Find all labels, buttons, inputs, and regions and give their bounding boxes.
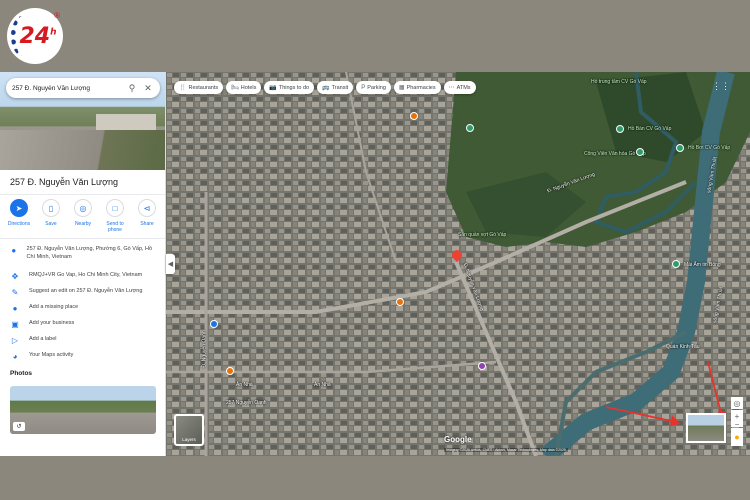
photo-thumbnail[interactable]: ↺ <box>10 386 156 434</box>
share-button[interactable]: ⊲ Share <box>132 199 162 233</box>
park-poi-icon[interactable] <box>672 260 680 268</box>
chip-parking[interactable]: P Parking <box>356 81 391 94</box>
brand-logo: 24h ® <box>7 8 63 64</box>
add-label-row[interactable]: ▷ Add a label <box>0 333 165 349</box>
add-business-row[interactable]: ▣ Add your business <box>0 317 165 333</box>
logo-sup: h <box>50 27 57 38</box>
directions-button[interactable]: ➤ Directions <box>4 199 34 233</box>
address-row[interactable]: ● 257 Đ. Nguyễn Văn Lượng, Phường 6, Gò … <box>0 243 165 269</box>
bookmark-icon: ▯ <box>42 199 60 217</box>
chip-restaurants[interactable]: 🍴 Restaurants <box>174 81 224 94</box>
pegman-icon[interactable]: ● <box>731 428 743 446</box>
chip-hotels[interactable]: 🛏 Hotels <box>226 81 262 94</box>
map-label: Ản Nhà <box>314 382 331 388</box>
add-missing-place-row[interactable]: ● Add a missing place <box>0 301 165 317</box>
street-view-thumbnail[interactable] <box>686 413 726 443</box>
close-icon[interactable]: ✕ <box>142 82 154 94</box>
site-header: 24h ® <box>0 0 750 72</box>
hotel-icon: 🛏 <box>231 85 239 91</box>
place-title: 257 Đ. Nguyễn Văn Lượng <box>10 177 118 187</box>
save-button[interactable]: ▯ Save <box>36 199 66 233</box>
park-poi-icon[interactable] <box>676 144 684 152</box>
phone-icon: □ <box>106 199 124 217</box>
zoom-out-button[interactable]: − <box>731 420 743 429</box>
search-icon[interactable]: ⚲ <box>126 82 138 94</box>
place-info-list: ● 257 Đ. Nguyễn Văn Lượng, Phường 6, Gò … <box>0 243 165 365</box>
plus-code-icon: ✥ <box>11 272 19 281</box>
edit-icon: ✎ <box>11 288 19 297</box>
camera-icon: 📷 <box>269 85 277 91</box>
satellite-map[interactable]: 🍴 Restaurants 🛏 Hotels 📷 Things to do 🚌 Tran… <box>166 72 750 456</box>
chip-things-to-do[interactable]: 📷 Things to do <box>264 81 315 94</box>
map-label: Quán Kinh Tàu <box>666 344 700 350</box>
history-icon: ◕ <box>12 352 18 361</box>
search-input[interactable]: 257 Đ. Nguyễn Văn Lượng <box>12 85 122 92</box>
maps-activity-row[interactable]: ◕ Your Maps activity <box>0 349 165 365</box>
park-poi-icon[interactable] <box>616 125 624 133</box>
apps-grid-icon[interactable]: ⋮⋮ <box>712 81 730 91</box>
pharmacy-icon: ▦ <box>398 85 405 91</box>
shop-poi-icon[interactable] <box>478 362 486 370</box>
nearby-button[interactable]: ◎ Nearby <box>68 199 98 233</box>
location-icon: ● <box>11 246 17 255</box>
bus-icon: 🚌 <box>322 85 330 91</box>
label-icon: ▷ <box>11 336 19 345</box>
map-label: Hồ Bàn CV Gò Vấp <box>628 126 672 132</box>
more-icon: ⋯ <box>448 85 455 91</box>
add-place-icon: ● <box>12 304 18 313</box>
my-location-icon[interactable]: ◎ <box>731 397 743 409</box>
map-label: Đ. Nguyễn Oanh <box>201 330 208 368</box>
food-poi-icon[interactable] <box>410 112 418 120</box>
map-label: 257 Nguyễn Oanh <box>226 400 267 406</box>
maps-window: 257 Đ. Nguyễn Văn Lượng ⚲ ✕ 257 Đ. Nguyễ… <box>0 72 750 456</box>
business-icon: ▣ <box>11 320 19 329</box>
place-panel: 257 Đ. Nguyễn Văn Lượng ⚲ ✕ 257 Đ. Nguyễ… <box>0 72 166 456</box>
directions-icon: ➤ <box>10 199 28 217</box>
search-box[interactable]: 257 Đ. Nguyễn Văn Lượng ⚲ ✕ <box>6 78 160 98</box>
restaurant-icon: 🍴 <box>179 85 187 91</box>
action-bar: ➤ Directions ▯ Save ◎ Nearby □ Send to p… <box>4 199 162 233</box>
map-label: Sân quần vợt Gò Vấp <box>458 232 507 238</box>
collapse-panel-button[interactable]: ◀ <box>166 254 175 274</box>
street-view-icon[interactable]: ↺ <box>13 422 25 431</box>
park-poi-icon[interactable] <box>636 148 644 156</box>
photos-heading: Photos <box>10 370 33 377</box>
parking-icon: P <box>361 84 366 91</box>
send-to-phone-button[interactable]: □ Send to phone <box>100 199 130 233</box>
map-label: Hồ Bơi CV Gò Vấp <box>688 145 731 151</box>
suggest-edit-row[interactable]: ✎ Suggest an edit on 257 Đ. Nguyễn Văn L… <box>0 285 165 301</box>
logo-registered: ® <box>54 11 60 20</box>
share-icon: ⊲ <box>138 199 156 217</box>
map-label: Mái Ấm tin Bông <box>684 262 721 268</box>
layers-button[interactable]: Layers <box>174 414 204 446</box>
map-label: Ản Nhà <box>236 382 253 388</box>
chip-pharmacies[interactable]: ▦ Pharmacies <box>393 81 441 94</box>
plus-code-row[interactable]: ✥ RMQJ+VR Go Vap, Ho Chi Minh City, Viet… <box>0 269 165 285</box>
food-poi-icon[interactable] <box>226 367 234 375</box>
google-logo: Google <box>444 435 472 444</box>
logo-arc-icon <box>11 16 33 56</box>
park-poi-icon[interactable] <box>466 124 474 132</box>
chip-atms[interactable]: ⋯ ATMs <box>443 81 476 94</box>
page-footer-band <box>0 456 750 500</box>
chip-transit[interactable]: 🚌 Transit <box>317 81 354 94</box>
map-label: Hồ trung tâm CV Gò Vấp <box>591 79 647 85</box>
food-poi-icon[interactable] <box>396 298 404 306</box>
category-chips: 🍴 Restaurants 🛏 Hotels 📷 Things to do 🚌 Tran… <box>174 81 476 94</box>
map-attribution: Imagery ©2025 Airbus, CNES / Airbus, Max… <box>444 448 568 452</box>
nearby-icon: ◎ <box>74 199 92 217</box>
transit-poi-icon[interactable] <box>210 320 218 328</box>
